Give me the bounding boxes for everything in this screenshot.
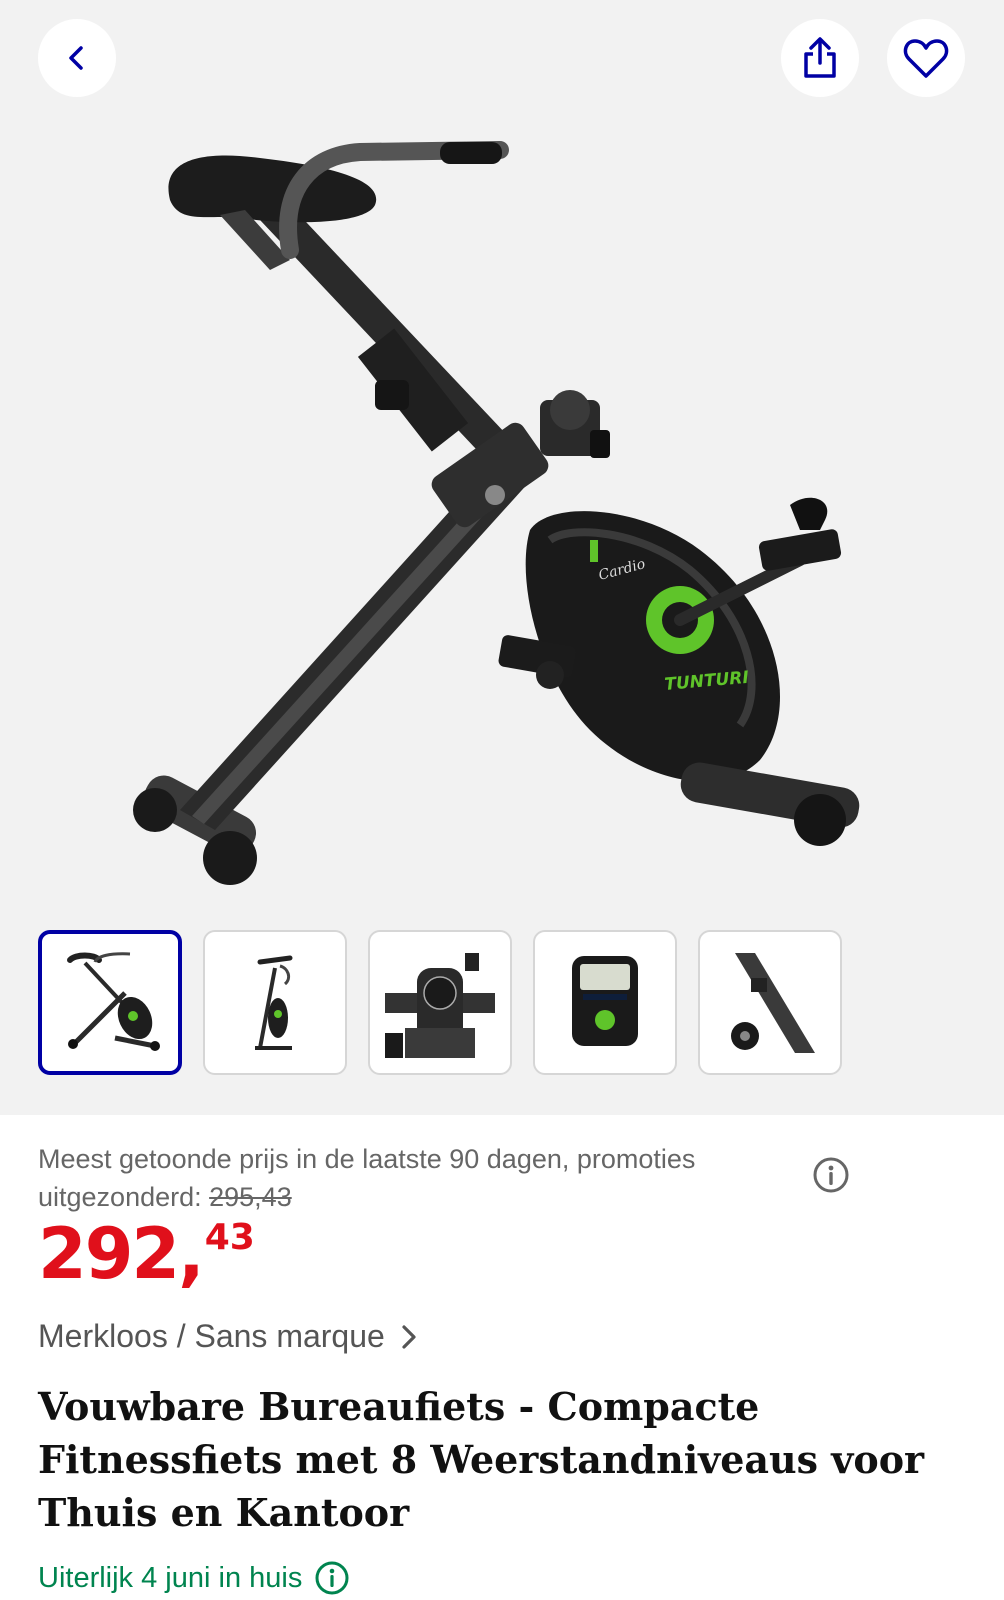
chevron-right-icon [402,1324,416,1349]
price-history-note: Meest getoonde prijs in de laatste 90 da… [38,1140,958,1216]
info-icon [813,1157,849,1193]
share-button[interactable] [781,19,859,97]
share-icon [804,37,836,78]
price-note-text: Meest getoonde prijs in de laatste 90 da… [38,1140,808,1216]
price-info-button[interactable] [812,1156,850,1194]
thumbnail-strip [38,930,842,1075]
heart-icon [903,39,949,78]
thumbnail-image [731,952,815,1053]
brand-link[interactable]: Merkloos / Sans marque [38,1318,419,1355]
thumbnail-image [255,955,293,1050]
back-button[interactable] [38,19,116,97]
product-price: 292, 43 [38,1214,255,1294]
price-note-label: Meest getoonde prijs in de laatste 90 da… [38,1144,696,1212]
delivery-text: Uiterlijk 4 juni in huis [38,1561,303,1594]
product-main-image[interactable]: Cardio TUNTURI [120,130,880,920]
chevron-left-icon [69,46,83,70]
thumbnail-image [385,952,495,1058]
thumbnail-bike-front[interactable] [203,930,347,1075]
info-icon[interactable] [314,1560,350,1596]
old-price: 295,43 [209,1182,292,1212]
thumbnail-bike-console-back[interactable] [368,930,512,1075]
delivery-info: Uiterlijk 4 juni in huis [38,1560,350,1596]
brand-name: Merkloos / Sans marque [38,1318,385,1354]
thumbnail-image [67,951,160,1051]
thumbnail-console-display[interactable] [533,930,677,1075]
product-gallery: Cardio TUNTURI [0,0,1004,1115]
product-title: Vouwbare Bureaufiets - Compacte Fitnessf… [38,1384,925,1535]
price-main: 292, [38,1213,205,1295]
favorite-button[interactable] [887,19,965,97]
thumbnail-frame-knob[interactable] [698,930,842,1075]
price-cents: 43 [204,1217,255,1258]
thumbnail-bike-side[interactable] [38,930,182,1075]
thumbnail-image [572,955,638,1046]
